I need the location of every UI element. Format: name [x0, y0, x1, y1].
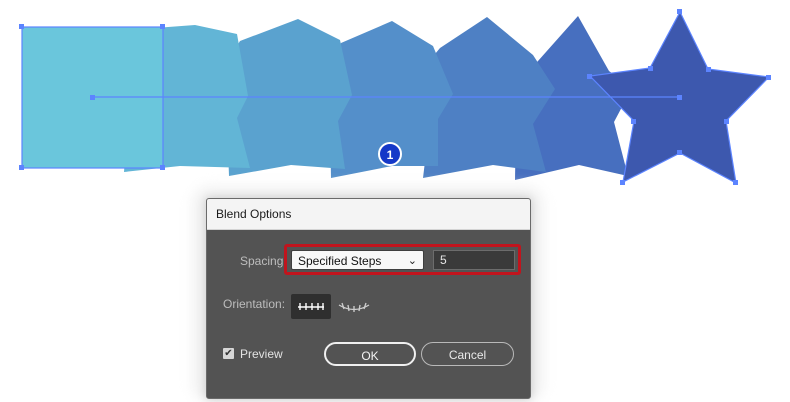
- dialog-title: Blend Options: [207, 199, 530, 230]
- align-to-page-icon: [298, 303, 324, 310]
- cancel-button[interactable]: Cancel: [421, 342, 514, 366]
- spacing-label: Spacing: [240, 254, 284, 268]
- align-to-path-button[interactable]: [336, 296, 372, 318]
- orientation-label: Orientation:: [223, 297, 286, 311]
- align-to-path-icon: [338, 302, 370, 312]
- align-to-page-button[interactable]: [291, 294, 331, 319]
- step-badge-label: 1: [387, 148, 394, 162]
- ok-button[interactable]: OK: [324, 342, 416, 366]
- blend-options-dialog: Blend Options Spacing Specified Steps ⌄ …: [206, 198, 531, 399]
- preview-label: Preview: [240, 347, 283, 361]
- preview-checkbox[interactable]: ✔: [223, 348, 234, 359]
- spacing-highlight-box: [284, 244, 521, 275]
